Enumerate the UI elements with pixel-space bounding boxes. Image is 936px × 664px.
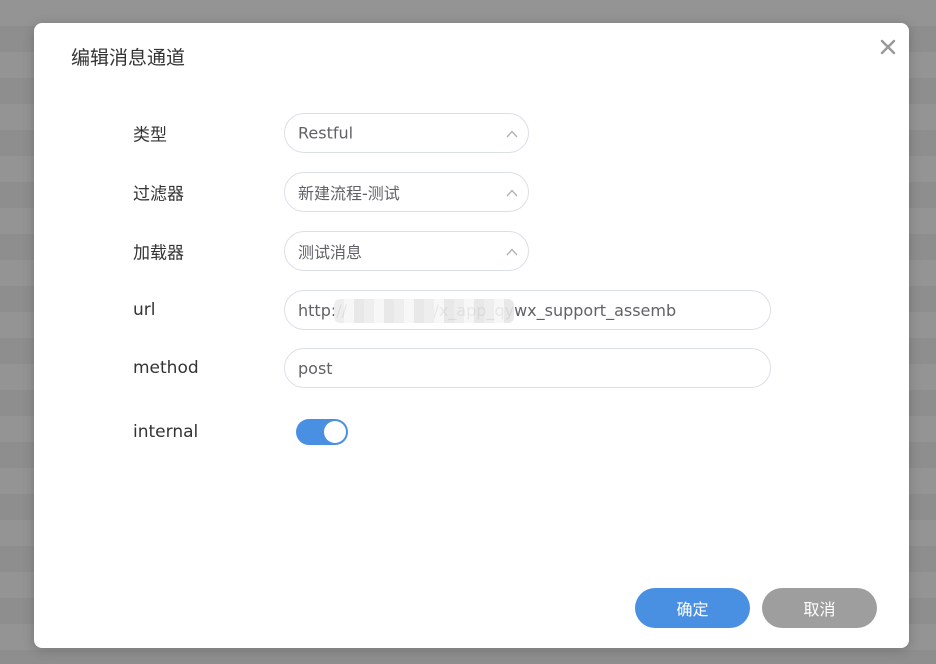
url-field-wrapper [284,290,771,330]
form-row-internal: internal [34,412,909,452]
method-label: method [133,358,199,378]
chevron-up-icon [506,248,518,256]
filter-select[interactable]: 新建流程-测试 [284,172,529,212]
url-input[interactable] [284,290,771,330]
internal-label: internal [133,422,199,442]
toggle-knob [324,421,346,443]
loader-label: 加载器 [133,243,184,264]
filter-select-value: 新建流程-测试 [298,184,400,203]
close-icon[interactable] [877,36,899,58]
internal-toggle[interactable] [296,419,348,445]
form-row-type: 类型 Restful [34,113,909,153]
chevron-up-icon [506,130,518,138]
form-row-filter: 过滤器 新建流程-测试 [34,172,909,212]
form-row-loader: 加载器 测试消息 [34,231,909,271]
filter-label: 过滤器 [133,184,184,205]
chevron-up-icon [506,189,518,197]
loader-select[interactable]: 测试消息 [284,231,529,271]
form-row-method: method [34,348,909,388]
form-row-url: url [34,290,909,330]
url-label: url [133,300,156,320]
method-input[interactable] [284,348,771,388]
edit-message-channel-dialog: 编辑消息通道 类型 Restful 过滤器 新建流程-测试 加载器 测试消息 u… [34,23,909,648]
dialog-title: 编辑消息通道 [71,47,186,69]
confirm-button[interactable]: 确定 [635,588,750,628]
loader-select-value: 测试消息 [298,243,363,262]
type-label: 类型 [133,125,167,146]
cancel-button[interactable]: 取消 [762,588,877,628]
type-select-value: Restful [298,123,354,143]
type-select[interactable]: Restful [284,113,529,153]
